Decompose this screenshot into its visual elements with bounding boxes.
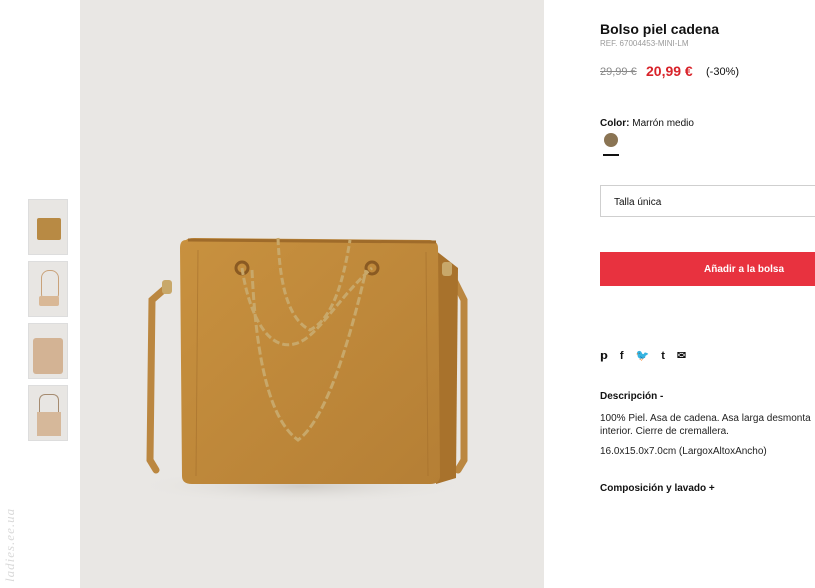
thumbnail-1[interactable] (28, 199, 68, 255)
facebook-icon[interactable]: f (620, 349, 624, 363)
product-image (80, 0, 544, 588)
color-label-key: Color: (600, 118, 630, 129)
swatch-selected-indicator (603, 154, 619, 156)
product-title: Bolso piel cadena (600, 21, 720, 37)
thumbnail-4[interactable] (28, 385, 68, 441)
product-reference: REF. 67004453-MINI-LM (600, 39, 689, 48)
share-icons: 𝗽 f 🐦 t ✉ (600, 349, 686, 363)
sale-price: 20,99 € (646, 63, 693, 79)
twitter-icon[interactable]: 🐦 (636, 349, 650, 363)
pinterest-icon[interactable]: 𝗽 (600, 349, 608, 363)
color-label: Color: Marrón medio (600, 118, 694, 129)
email-icon[interactable]: ✉ (677, 349, 686, 363)
bag-illustration (132, 237, 472, 504)
product-info: Bolso piel cadena REF. 67004453-MINI-LM … (600, 0, 815, 588)
thumbnail-3[interactable] (28, 323, 68, 379)
size-select[interactable]: Talla única (600, 185, 815, 217)
original-price: 29,99 € (600, 66, 637, 78)
color-value: Marrón medio (632, 118, 694, 129)
add-to-bag-button[interactable]: Añadir a la bolsa (600, 252, 815, 286)
watermark: ladies.ee.ua (2, 507, 17, 582)
thumbnail-strip (28, 199, 68, 447)
description-text: 100% Piel. Asa de cadena. Asa larga desm… (600, 413, 811, 437)
thumbnail-2[interactable] (28, 261, 68, 317)
color-swatch[interactable] (604, 133, 618, 147)
discount-badge: (-30%) (706, 66, 740, 78)
composition-heading[interactable]: Composición y lavado + (600, 483, 715, 494)
tumblr-icon[interactable]: t (661, 349, 665, 363)
dimensions-text: 16.0x15.0x7.0cm (LargoxAltoxAncho) (600, 446, 767, 457)
description-heading[interactable]: Descripción - (600, 391, 663, 402)
